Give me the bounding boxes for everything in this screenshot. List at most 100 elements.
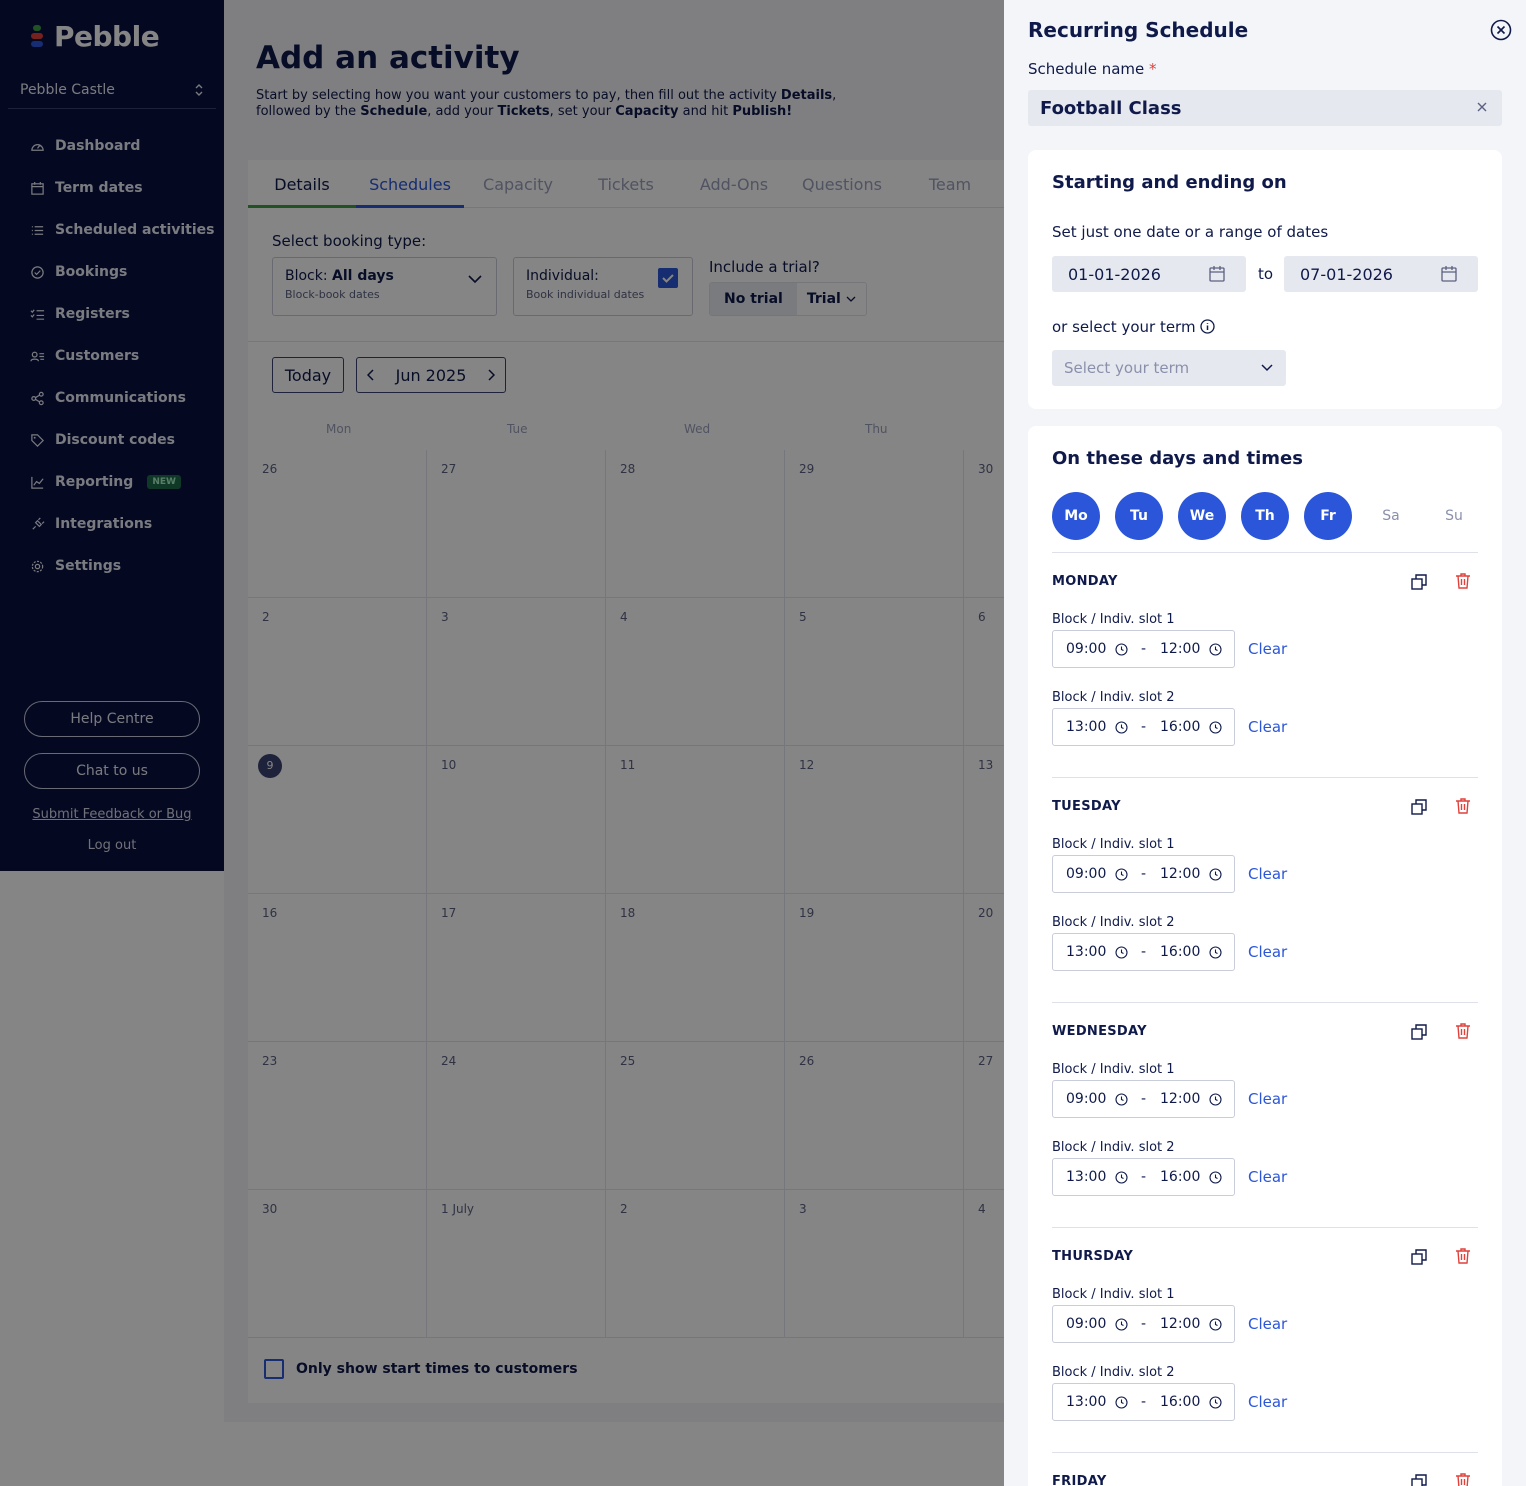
time-separator: - <box>1141 1394 1147 1410</box>
clear-slot-button[interactable]: Clear <box>1248 943 1287 961</box>
days-times-title: On these days and times <box>1052 448 1303 469</box>
end-date-input[interactable]: 07-01-2026 <box>1284 256 1478 292</box>
copy-icon[interactable] <box>1410 798 1428 816</box>
to-label: to <box>1258 265 1274 283</box>
day-heading-friday: FRIDAY <box>1052 1474 1107 1486</box>
slot-start-time[interactable]: 13:00 <box>1066 719 1106 735</box>
clear-slot-button[interactable]: Clear <box>1248 1315 1287 1333</box>
slot-start-time[interactable]: 09:00 <box>1066 1316 1106 1332</box>
schedule-name-input[interactable]: Football Class <box>1028 90 1502 126</box>
slot-start-time[interactable]: 09:00 <box>1066 641 1106 657</box>
slot-end-time[interactable]: 12:00 <box>1160 1316 1200 1332</box>
trash-icon[interactable] <box>1454 1022 1472 1040</box>
clock-icon <box>1115 946 1128 959</box>
days-times-panel: On these days and times Mo Tu We Th Fr Sa Su MO… <box>1028 426 1502 1486</box>
slot-end-time[interactable]: 12:00 <box>1160 1091 1200 1107</box>
slot-label: Block / Indiv. slot 2 <box>1052 1140 1175 1155</box>
slot-start-time[interactable]: 13:00 <box>1066 1394 1106 1410</box>
required-mark: * <box>1149 60 1157 78</box>
slot-end-time[interactable]: 16:00 <box>1160 719 1200 735</box>
time-separator: - <box>1141 944 1147 960</box>
time-separator: - <box>1141 1169 1147 1185</box>
slot-label: Block / Indiv. slot 1 <box>1052 837 1175 852</box>
slot-label: Block / Indiv. slot 2 <box>1052 1365 1175 1380</box>
clock-icon <box>1115 1396 1128 1409</box>
date-range-hint: Set just one date or a range of dates <box>1052 223 1329 241</box>
clear-slot-button[interactable]: Clear <box>1248 1168 1287 1186</box>
clear-slot-button[interactable]: Clear <box>1248 1393 1287 1411</box>
drawer-title: Recurring Schedule <box>1028 18 1249 42</box>
time-slot-input[interactable]: 09:00 -12:00 <box>1052 855 1235 893</box>
trash-icon[interactable] <box>1454 572 1472 590</box>
start-date-input[interactable]: 01-01-2026 <box>1052 256 1246 292</box>
time-slot-input[interactable]: 09:00 -12:00 <box>1052 630 1235 668</box>
day-divider <box>1052 777 1478 778</box>
chevron-down-icon <box>1261 364 1273 372</box>
slot-label: Block / Indiv. slot 2 <box>1052 915 1175 930</box>
slot-label: Block / Indiv. slot 2 <box>1052 690 1175 705</box>
clock-icon <box>1209 643 1222 656</box>
time-separator: - <box>1141 1316 1147 1332</box>
slot-start-time[interactable]: 09:00 <box>1066 866 1106 882</box>
day-toggle-sa[interactable]: Sa <box>1367 492 1415 540</box>
day-heading-wednesday: WEDNESDAY <box>1052 1024 1147 1039</box>
day-toggle-th[interactable]: Th <box>1241 492 1289 540</box>
time-slot-input[interactable]: 13:00 -16:00 <box>1052 708 1235 746</box>
day-divider <box>1052 552 1478 553</box>
time-slot-input[interactable]: 09:00 -12:00 <box>1052 1305 1235 1343</box>
trash-icon[interactable] <box>1454 1472 1472 1486</box>
recurring-schedule-drawer: Recurring Schedule Schedule name * Footb… <box>1004 0 1526 1486</box>
slot-start-time[interactable]: 13:00 <box>1066 944 1106 960</box>
time-slot-input[interactable]: 13:00 -16:00 <box>1052 1383 1235 1421</box>
slot-start-time[interactable]: 13:00 <box>1066 1169 1106 1185</box>
day-toggle-tu[interactable]: Tu <box>1115 492 1163 540</box>
copy-icon[interactable] <box>1410 1473 1428 1486</box>
clock-icon <box>1115 1318 1128 1331</box>
slot-end-time[interactable]: 16:00 <box>1160 1394 1200 1410</box>
time-separator: - <box>1141 719 1147 735</box>
clear-slot-button[interactable]: Clear <box>1248 1090 1287 1108</box>
schedule-name-label: Schedule name * <box>1028 60 1157 78</box>
copy-icon[interactable] <box>1410 573 1428 591</box>
clear-slot-button[interactable]: Clear <box>1248 640 1287 658</box>
date-range-title: Starting and ending on <box>1052 172 1287 193</box>
start-date-value: 01-01-2026 <box>1068 264 1161 284</box>
clock-icon <box>1115 1171 1128 1184</box>
day-divider <box>1052 1002 1478 1003</box>
trash-icon[interactable] <box>1454 1247 1472 1265</box>
time-slot-input[interactable]: 09:00 -12:00 <box>1052 1080 1235 1118</box>
slot-end-time[interactable]: 12:00 <box>1160 641 1200 657</box>
slot-label: Block / Indiv. slot 1 <box>1052 612 1175 627</box>
modal-backdrop[interactable] <box>0 0 1004 1486</box>
close-icon[interactable] <box>1490 19 1512 41</box>
info-icon[interactable] <box>1200 319 1216 334</box>
time-slot-input[interactable]: 13:00 -16:00 <box>1052 933 1235 971</box>
clock-icon <box>1209 1318 1222 1331</box>
copy-icon[interactable] <box>1410 1248 1428 1266</box>
clear-slot-button[interactable]: Clear <box>1248 718 1287 736</box>
clear-input-icon[interactable] <box>1474 99 1490 115</box>
day-toggle-fr[interactable]: Fr <box>1304 492 1352 540</box>
clock-icon <box>1115 1093 1128 1106</box>
time-separator: - <box>1141 1091 1147 1107</box>
clock-icon <box>1209 721 1222 734</box>
clock-icon <box>1209 868 1222 881</box>
day-heading-thursday: THURSDAY <box>1052 1249 1134 1264</box>
time-slot-input[interactable]: 13:00 -16:00 <box>1052 1158 1235 1196</box>
end-date-value: 07-01-2026 <box>1300 264 1393 284</box>
slot-end-time[interactable]: 12:00 <box>1160 866 1200 882</box>
calendar-icon <box>1441 266 1457 282</box>
slot-end-time[interactable]: 16:00 <box>1160 944 1200 960</box>
clock-icon <box>1209 946 1222 959</box>
slot-start-time[interactable]: 09:00 <box>1066 1091 1106 1107</box>
trash-icon[interactable] <box>1454 797 1472 815</box>
day-toggle-we[interactable]: We <box>1178 492 1226 540</box>
day-toggle-mo[interactable]: Mo <box>1052 492 1100 540</box>
slot-end-time[interactable]: 16:00 <box>1160 1169 1200 1185</box>
copy-icon[interactable] <box>1410 1023 1428 1041</box>
term-hint: or select your term <box>1052 318 1216 336</box>
day-toggle-su[interactable]: Su <box>1430 492 1478 540</box>
term-hint-text: or select your term <box>1052 318 1196 336</box>
clear-slot-button[interactable]: Clear <box>1248 865 1287 883</box>
term-select[interactable]: Select your term <box>1052 350 1286 386</box>
